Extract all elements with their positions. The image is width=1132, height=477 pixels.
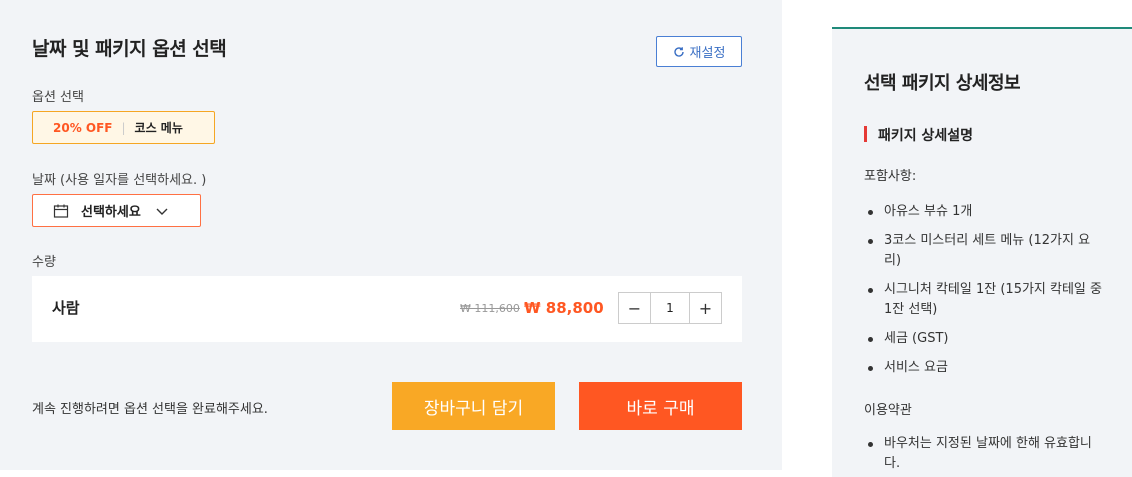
date-select-value: 선택하세요	[81, 205, 141, 220]
option-chip-course-menu[interactable]: 20% OFF | 코스 메뉴	[32, 111, 215, 144]
list-item: 세금 (GST)	[864, 329, 1104, 349]
terms-list: 바우처는 지정된 날짜에 한해 유효합니다.	[864, 434, 1104, 477]
discount-badge: 20% OFF	[53, 120, 113, 135]
includes-list: 아유스 부슈 1개 3코스 미스터리 세트 메뉴 (12가지 요리) 시그니처 …	[864, 202, 1104, 387]
option-section-label: 옵션 선택	[32, 90, 84, 105]
detail-subtitle: 패키지 상세설명	[864, 125, 973, 145]
completion-notice: 계속 진행하려면 옵션 선택을 완료해주세요.	[32, 402, 268, 417]
list-item: 서비스 요금	[864, 358, 1104, 378]
original-price: ₩ 111,600	[460, 302, 520, 315]
increase-button[interactable]: +	[689, 293, 721, 323]
terms-label: 이용약관	[864, 403, 912, 418]
includes-label: 포함사항:	[864, 169, 917, 184]
date-section-label: 날짜 (사용 일자를 선택하세요. )	[32, 173, 207, 188]
date-select[interactable]: 선택하세요	[32, 194, 201, 227]
quantity-stepper: − 1 +	[618, 292, 722, 324]
buy-now-button[interactable]: 바로 구매	[579, 382, 742, 430]
list-item: 아유스 부슈 1개	[864, 202, 1104, 222]
sale-price: ₩ 88,800	[524, 299, 604, 317]
detail-title: 선택 패키지 상세정보	[864, 73, 1021, 94]
package-option-panel: 날짜 및 패키지 옵션 선택 재설정 옵션 선택 20% OFF | 코스 메뉴…	[0, 0, 782, 470]
quantity-value[interactable]: 1	[651, 293, 689, 323]
reset-button[interactable]: 재설정	[656, 36, 742, 67]
quantity-row: 사람 ₩ 111,600 ₩ 88,800 − 1 +	[32, 276, 742, 342]
refresh-icon	[673, 46, 684, 57]
quantity-section-label: 수량	[32, 255, 56, 270]
chevron-down-icon	[156, 208, 168, 215]
list-item: 시그니처 칵테일 1잔 (15가지 칵테일 중 1잔 선택)	[864, 280, 1104, 320]
reset-label: 재설정	[689, 46, 726, 61]
decrease-button[interactable]: −	[619, 293, 651, 323]
option-name: 코스 메뉴	[134, 121, 183, 135]
list-item: 3코스 미스터리 세트 메뉴 (12가지 요리)	[864, 231, 1104, 271]
package-detail-panel: 선택 패키지 상세정보 패키지 상세설명 포함사항: 아유스 부슈 1개 3코스…	[832, 27, 1132, 477]
page-title: 날짜 및 패키지 옵션 선택	[32, 38, 227, 60]
quantity-type-label: 사람	[52, 299, 80, 317]
option-separator: |	[121, 120, 126, 135]
calendar-icon	[53, 204, 69, 218]
add-to-cart-button[interactable]: 장바구니 담기	[392, 382, 555, 430]
list-item: 바우처는 지정된 날짜에 한해 유효합니다.	[864, 434, 1104, 474]
